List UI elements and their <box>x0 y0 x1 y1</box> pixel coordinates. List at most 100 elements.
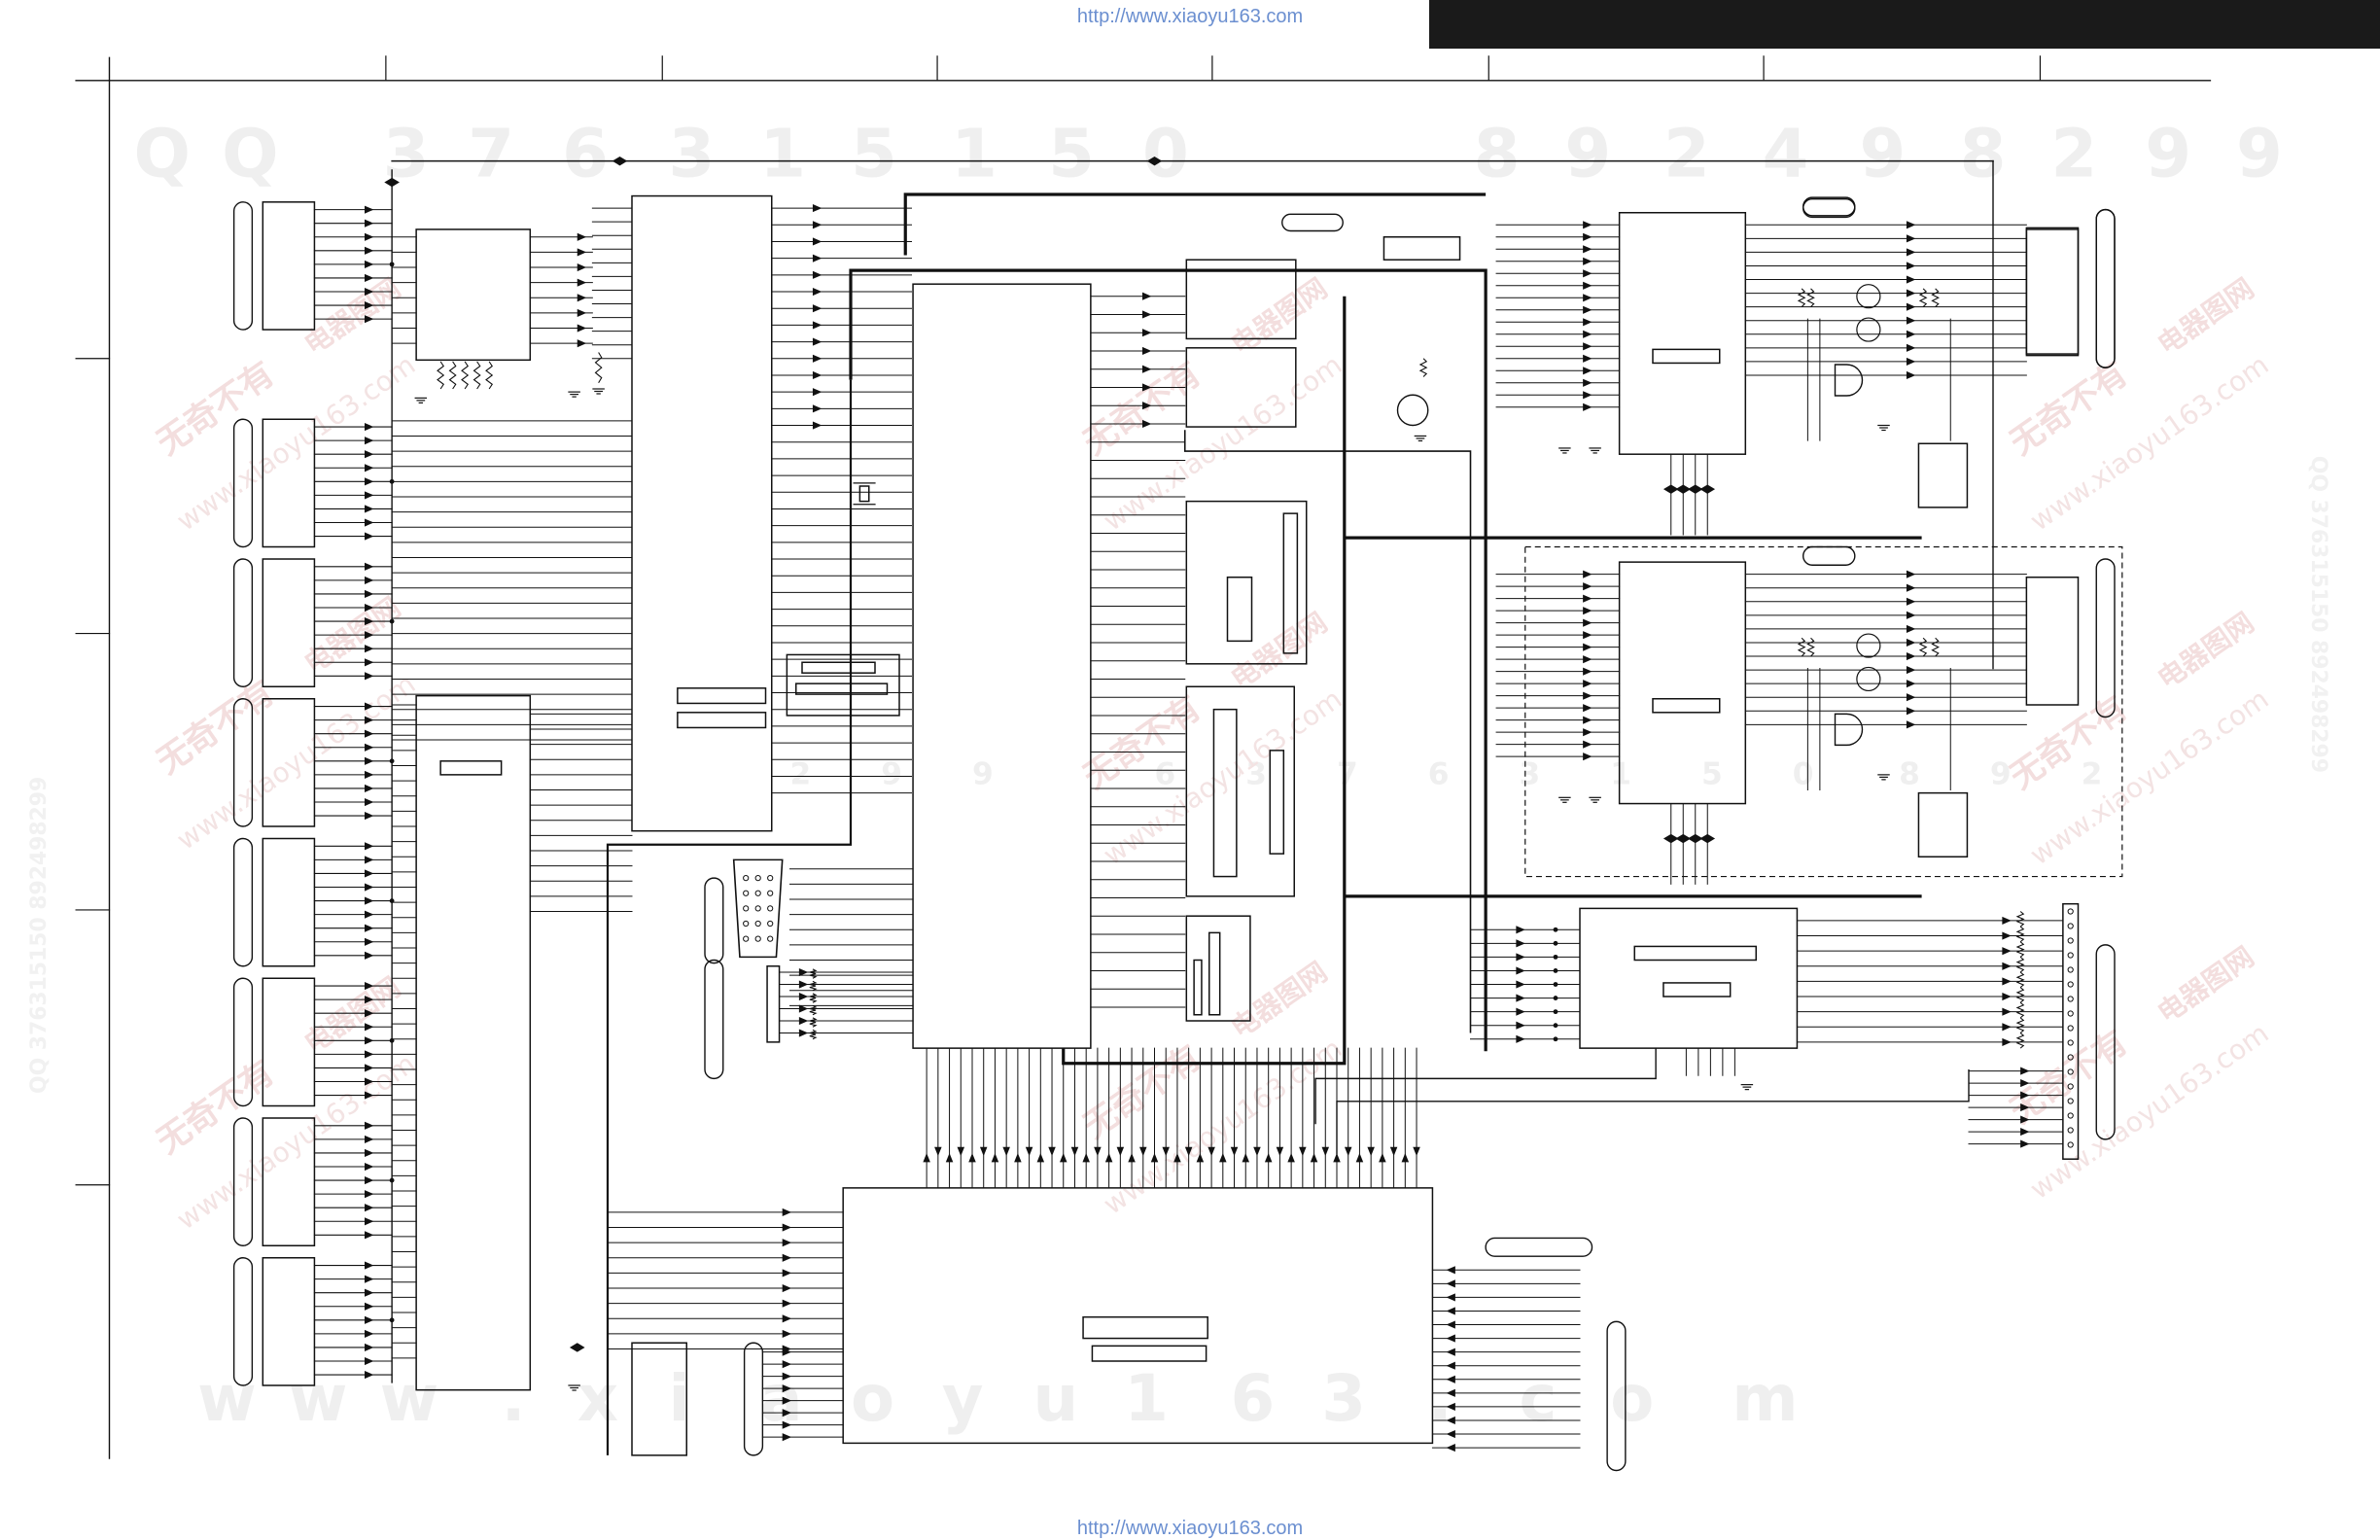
connector-capsule <box>1802 545 1856 566</box>
signal-arrow-right <box>782 1269 792 1278</box>
signal-arrow-right <box>365 1217 374 1226</box>
signal-arrow-right <box>1906 234 1916 243</box>
connector-capsule <box>704 959 724 1080</box>
watermark-char: y <box>942 1362 984 1436</box>
watermark-char: . <box>1428 1362 1452 1436</box>
signal-arrow-up <box>1104 1152 1113 1163</box>
signal-arrow-right <box>577 232 587 241</box>
resistor-symbol <box>2015 1032 2025 1049</box>
signal-arrow-right <box>2002 977 2012 986</box>
signal-arrow-right <box>1516 953 1525 962</box>
signal-arrow-right <box>1583 342 1592 351</box>
signal-arrow-right <box>2002 947 2012 956</box>
output-connector <box>2025 577 2080 706</box>
signal-arrow-down <box>1025 1146 1033 1157</box>
signal-arrow-right <box>365 1036 374 1045</box>
signal-arrow-down <box>957 1146 965 1157</box>
connector-capsule <box>232 837 254 967</box>
signal-arrow-down <box>1389 1146 1398 1157</box>
bidirectional-marker <box>569 1343 585 1352</box>
signal-arrow-right <box>365 797 374 807</box>
signal-arrow-right <box>1583 716 1592 724</box>
watermark-char: 2 <box>2082 756 2103 791</box>
ground-symbol <box>1740 1084 1754 1091</box>
signal-arrow-right <box>798 1016 809 1026</box>
signal-arrow-right <box>577 339 587 348</box>
signal-arrow-right <box>1906 680 1916 688</box>
signal-arrow-right <box>365 869 374 878</box>
signal-arrow-right <box>365 842 374 851</box>
signal-arrow-right <box>365 505 374 513</box>
watermark-char: 1 <box>951 115 998 192</box>
watermark-char: w <box>197 1362 257 1436</box>
signal-arrow-right <box>365 464 374 472</box>
signal-arrow-right <box>1583 680 1592 688</box>
signal-arrow-right <box>1583 294 1592 302</box>
signal-arrow-right <box>2020 1139 2030 1148</box>
signal-arrow-right <box>1583 305 1592 314</box>
signal-arrow-right <box>812 204 822 213</box>
watermark-char: 9 <box>1860 115 1907 192</box>
junction-dot <box>1553 996 1558 1000</box>
signal-arrow-right <box>365 951 374 960</box>
watermark-side-left: QQ 376315150 892498299 <box>27 777 52 1094</box>
power-line <box>606 379 853 1455</box>
watermark-site-en: www.xiaoyu163.com <box>1098 349 1348 538</box>
signal-arrow-right <box>1906 666 1916 675</box>
connector-capsule <box>2095 208 2116 368</box>
pin-header <box>766 965 781 1043</box>
header-pin <box>2067 1127 2074 1134</box>
signal-arrow-right <box>365 729 374 738</box>
vga-pin <box>754 875 761 882</box>
output-connector <box>2025 227 2080 357</box>
signal-arrow-left <box>1446 1293 1455 1302</box>
signal-arrow-right <box>1583 704 1592 713</box>
signal-arrow-right <box>782 1299 792 1308</box>
signal-arrow-right <box>812 237 822 246</box>
signal-arrow-down <box>1299 1146 1307 1157</box>
watermark-char: 1 <box>1124 1362 1169 1436</box>
ic-label-box <box>439 760 503 776</box>
connector-block <box>262 837 316 967</box>
watermark-char: 9 <box>2145 115 2191 192</box>
fet-symbol <box>1856 284 1881 309</box>
watermark-char: o <box>1610 1362 1654 1436</box>
signal-arrow-right <box>812 304 822 313</box>
signal-arrow-right <box>1583 391 1592 400</box>
vga-pin <box>743 920 750 928</box>
vga-pin <box>767 875 774 882</box>
signal-arrow-right <box>1583 643 1592 651</box>
signal-arrow-right <box>365 562 374 571</box>
fet-symbol <box>1856 317 1881 342</box>
signal-arrow-up <box>1264 1152 1273 1163</box>
signal-arrow-right <box>1516 1034 1525 1043</box>
signal-arrow-right <box>1583 257 1592 265</box>
signal-arrow-up <box>1242 1152 1249 1163</box>
regulator-block <box>1917 442 1969 508</box>
signal-arrow-right <box>1906 583 1916 592</box>
signal-arrow-right <box>1906 330 1916 338</box>
junction-dot <box>389 478 395 484</box>
ic-channel-1 <box>1618 212 1747 455</box>
signal-arrow-right <box>365 1162 374 1172</box>
signal-arrow-right <box>365 924 374 932</box>
watermark-char: Q <box>134 115 191 192</box>
signal-arrow-right <box>1583 378 1592 387</box>
signal-arrow-right <box>365 1329 374 1338</box>
signal-arrow-right <box>782 1208 792 1216</box>
watermark-char: 3 <box>1520 756 1541 791</box>
channel-group-outline <box>1524 545 2123 878</box>
junction-dot <box>1553 940 1558 946</box>
signal-arrow-right <box>1906 370 1916 379</box>
signal-arrow-right <box>1906 357 1916 366</box>
signal-arrow-right <box>365 1204 374 1212</box>
signal-arrow-right <box>365 260 374 268</box>
ground-symbol <box>1414 435 1427 442</box>
connector-capsule <box>704 877 724 964</box>
signal-arrow-right <box>2002 1037 2012 1046</box>
resistor-symbol <box>1797 288 1806 308</box>
resistor-symbol <box>1418 358 1428 377</box>
signal-arrow-right <box>1583 667 1592 676</box>
signal-arrow-right <box>577 294 587 302</box>
resistor-symbol <box>2015 1001 2025 1019</box>
